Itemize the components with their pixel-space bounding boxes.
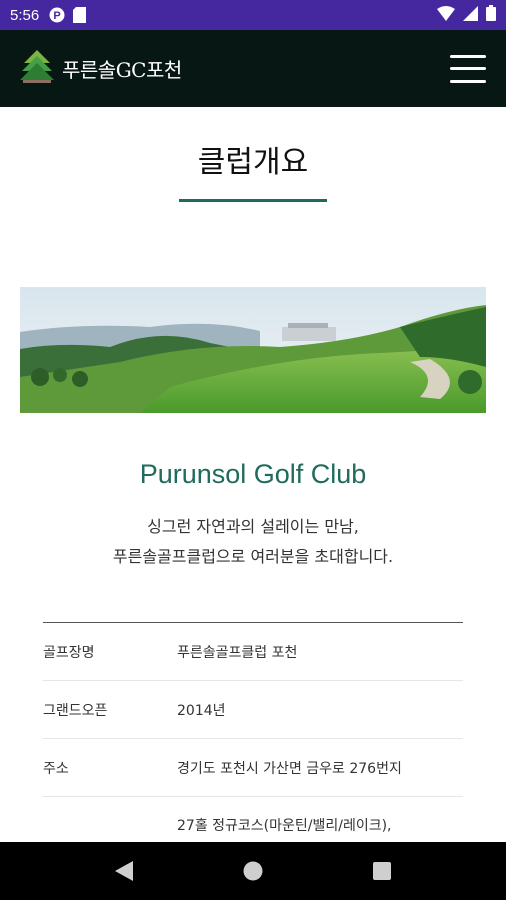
signal-icon	[463, 5, 478, 25]
table-row: 그랜드오픈 2014년	[43, 681, 463, 739]
info-value: 2014년	[177, 702, 226, 719]
home-circle-icon[interactable]	[233, 851, 273, 891]
club-description: 싱그런 자연과의 설레이는 만남, 푸른솔골프클럽으로 여러분을 초대합니다.	[0, 512, 506, 572]
logo-text: 푸른솔GC포천	[62, 58, 182, 82]
back-triangle-icon[interactable]	[104, 851, 144, 891]
status-bar: 5:56 P	[0, 0, 506, 30]
info-value: 27홀 정규코스(마운틴/밸리/레이크),	[177, 818, 392, 834]
club-name: Purunsol Golf Club	[139, 459, 367, 489]
battery-icon	[486, 5, 496, 25]
golf-course-image	[20, 287, 486, 413]
table-row: 27홀 정규코스(마운틴/밸리/레이크),	[43, 797, 463, 842]
notification-p-icon: P	[49, 7, 65, 23]
table-row: 주소 경기도 포천시 가산면 금우로 276번지	[43, 739, 463, 797]
app-header: 푸른솔GC포천	[0, 30, 506, 107]
info-label: 그랜드오픈	[43, 702, 108, 719]
svg-text:P: P	[54, 10, 61, 22]
info-value: 푸른솔골프클럽 포천	[177, 644, 298, 661]
recents-square-icon[interactable]	[362, 851, 402, 891]
info-label: 주소	[43, 760, 69, 777]
pine-tree-logo-icon	[20, 49, 54, 89]
wifi-icon	[437, 5, 455, 25]
menu-line	[450, 67, 486, 70]
page-title: 클럽개요	[197, 145, 309, 180]
main-content: 클럽개요 Purunsol Golf Club 싱그런 자연과의 설레이는 만남…	[0, 107, 506, 842]
title-underline	[179, 199, 327, 202]
info-value: 경기도 포천시 가산면 금우로 276번지	[177, 760, 402, 777]
menu-line	[450, 79, 486, 83]
description-line-1: 싱그런 자연과의 설레이는 만남,	[147, 517, 359, 536]
info-label: 골프장명	[43, 644, 95, 661]
logo[interactable]: 푸른솔GC포천	[20, 49, 182, 89]
system-nav-bar	[0, 842, 506, 900]
description-line-2: 푸른솔골프클럽으로 여러분을 초대합니다.	[112, 547, 394, 566]
status-right-icons	[437, 5, 496, 25]
club-info-table: 골프장명 푸른솔골프클럽 포천 그랜드오픈 2014년 주소 경기도 포천시 가…	[43, 622, 463, 842]
menu-line	[450, 54, 486, 58]
table-row: 골프장명 푸른솔골프클럽 포천	[43, 623, 463, 681]
sd-card-icon	[73, 7, 87, 23]
status-time: 5:56	[10, 6, 40, 24]
hamburger-menu-icon[interactable]	[450, 54, 486, 83]
